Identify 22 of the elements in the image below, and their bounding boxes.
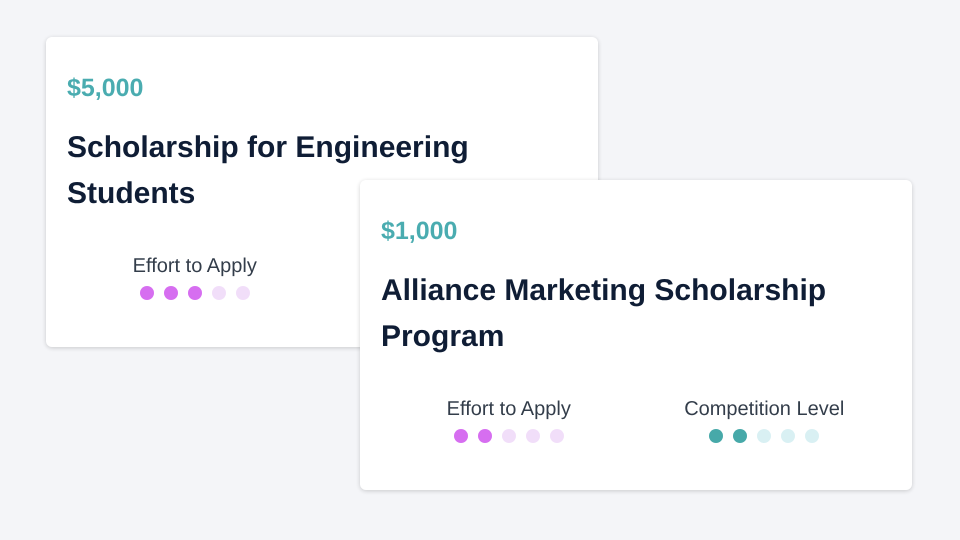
rating-dot	[781, 429, 796, 443]
rating-dot	[188, 286, 202, 300]
rating-dot	[140, 286, 154, 300]
award-amount: $5,000	[67, 73, 144, 103]
scholarship-title: Alliance Marketing Scholarship Program	[381, 273, 828, 355]
meter-label: Effort to Apply	[446, 398, 571, 421]
rating-dot	[709, 429, 724, 443]
rating-dot	[805, 429, 820, 443]
rating-dot	[550, 429, 564, 443]
rating-dot	[164, 286, 178, 300]
rating-dot	[502, 429, 516, 443]
rating-dot	[733, 429, 748, 443]
award-amount: $1,000	[381, 216, 458, 246]
rating-dot	[478, 429, 492, 443]
rating-dot	[757, 429, 772, 443]
rating-dot	[454, 429, 468, 443]
meter-label: Competition Level	[684, 398, 844, 421]
rating-dot	[526, 429, 540, 443]
rating-dot	[236, 286, 250, 300]
rating-dot	[212, 286, 226, 300]
meter-label: Effort to Apply	[132, 255, 257, 278]
scholarship-title: Scholarship for Engineering Students	[67, 130, 470, 212]
